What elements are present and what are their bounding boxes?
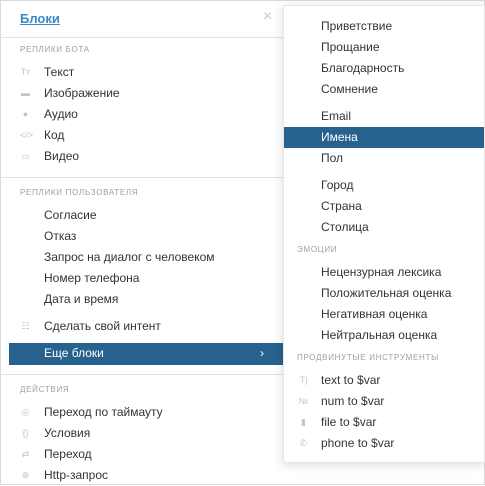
block-item-label: Запрос на диалог с человеком	[44, 250, 215, 264]
transition-icon: ⇄	[21, 449, 30, 459]
block-item-label: Сделать свой интент	[44, 319, 161, 333]
block-item-text[interactable]: Tт Текст	[0, 62, 283, 83]
submenu-item-label: file to $var	[321, 415, 377, 429]
submenu-item-label: Пол	[321, 151, 344, 165]
block-item-date-time[interactable]: Дата и время	[0, 289, 283, 310]
submenu-item-label: Город	[321, 178, 354, 192]
submenu-item-gender[interactable]: Пол	[284, 148, 484, 169]
submenu-item-label: Благодарность	[321, 61, 405, 75]
block-item-http-request[interactable]: ⊕ Http-запрос	[0, 465, 283, 486]
block-item-label: Условия	[44, 426, 91, 440]
submenu-item-label: Сомнение	[321, 82, 378, 96]
block-item-label: Переход	[44, 447, 92, 461]
submenu-item-greeting[interactable]: Приветствие	[284, 16, 484, 37]
audio-icon: ●	[22, 109, 29, 119]
submenu-item-label: Страна	[321, 199, 362, 213]
submenu-item-names[interactable]: Имена	[284, 127, 484, 148]
text-icon: Tт	[20, 67, 31, 77]
submenu-item-label: Нейтральная оценка	[321, 328, 438, 342]
submenu-item-phone-to-var[interactable]: ✆ phone to $var	[284, 433, 484, 454]
submenu-item-label: Имена	[321, 130, 358, 144]
block-item-label: Отказ	[44, 229, 77, 243]
block-item-image[interactable]: ▬ Изображение	[0, 83, 283, 104]
submenu-item-label: Email	[321, 109, 352, 123]
block-item-custom-intent[interactable]: ☷ Сделать свой интент	[0, 316, 283, 337]
section-bot-replies: РЕПЛИКИ БОТА	[20, 45, 90, 54]
block-item-label: Изображение	[44, 86, 120, 100]
chevron-right-icon: ›	[260, 346, 264, 360]
submenu-item-profanity[interactable]: Нецензурная лексика	[284, 262, 484, 283]
block-item-label: Номер телефона	[44, 271, 140, 285]
braces-icon: {}	[22, 428, 29, 438]
timeout-icon: ◎	[21, 407, 30, 417]
divider	[0, 374, 283, 375]
submenu-item-label: Положительная оценка	[321, 286, 452, 300]
http-icon: ⊕	[21, 470, 30, 480]
section-user-replies: РЕПЛИКИ ПОЛЬЗОВАТЕЛЯ	[20, 188, 139, 197]
block-item-code[interactable]: </> Код	[0, 125, 283, 146]
text-var-icon: T|	[299, 375, 308, 385]
block-item-label: Согласие	[44, 208, 97, 222]
submenu-item-negative-rating[interactable]: Негативная оценка	[284, 304, 484, 325]
submenu-item-label: Столица	[321, 220, 369, 234]
submenu-item-label: Нецензурная лексика	[321, 265, 442, 279]
submenu-item-label: Приветствие	[321, 19, 393, 33]
submenu-item-doubt[interactable]: Сомнение	[284, 79, 484, 100]
block-item-label: Аудио	[44, 107, 78, 121]
submenu-item-farewell[interactable]: Прощание	[284, 37, 484, 58]
block-item-label: Http-запрос	[44, 468, 109, 482]
section-emotions: ЭМОЦИИ	[297, 245, 338, 254]
submenu-item-label: phone to $var	[321, 436, 395, 450]
submenu-item-email[interactable]: Email	[284, 106, 484, 127]
panel-title[interactable]: Блоки	[20, 11, 60, 26]
block-item-label: Видео	[44, 149, 80, 163]
submenu-item-text-to-var[interactable]: T| text to $var	[284, 370, 484, 391]
block-item-consent[interactable]: Согласие	[0, 205, 283, 226]
block-item-conditions[interactable]: {} Условия	[0, 423, 283, 444]
block-item-label: Текст	[44, 65, 75, 79]
submenu-item-country[interactable]: Страна	[284, 196, 484, 217]
block-item-label: Код	[44, 128, 65, 142]
close-icon[interactable]: ×	[263, 9, 272, 25]
block-item-label: Дата и время	[44, 292, 119, 306]
submenu-item-label: text to $var	[321, 373, 381, 387]
submenu-item-label: Прощание	[321, 40, 380, 54]
block-item-label: Переход по таймауту	[44, 405, 163, 419]
panel-header: Блоки ×	[0, 0, 283, 38]
submenu-item-gratitude[interactable]: Благодарность	[284, 58, 484, 79]
phone-var-icon: ✆	[299, 438, 308, 448]
section-actions: ДЕЙСТВИЯ	[20, 385, 70, 394]
code-icon: </>	[20, 130, 34, 140]
submenu-item-positive-rating[interactable]: Положительная оценка	[284, 283, 484, 304]
block-item-audio[interactable]: ● Аудио	[0, 104, 283, 125]
submenu-item-label: num to $var	[321, 394, 385, 408]
submenu-item-city[interactable]: Город	[284, 175, 484, 196]
blocks-panel: Блоки × РЕПЛИКИ БОТА Tт Текст ▬ Изображе…	[0, 0, 283, 485]
divider	[0, 177, 283, 178]
num-var-icon: №	[298, 396, 309, 406]
file-var-icon: ▮	[301, 417, 306, 427]
submenu-item-neutral-rating[interactable]: Нейтральная оценка	[284, 325, 484, 346]
section-advanced-tools: ПРОДВИНУТЫЕ ИНСТРУМЕНТЫ	[297, 353, 439, 362]
block-item-timeout-transition[interactable]: ◎ Переход по таймауту	[0, 402, 283, 423]
more-blocks-label: Еще блоки	[44, 346, 104, 360]
submenu-item-capital[interactable]: Столица	[284, 217, 484, 238]
more-blocks-item[interactable]: Еще блоки ›	[9, 343, 283, 365]
block-item-video[interactable]: ▭ Видео	[0, 146, 283, 167]
submenu-item-label: Негативная оценка	[321, 307, 428, 321]
video-icon: ▭	[21, 151, 30, 161]
image-icon: ▬	[21, 88, 30, 98]
block-item-phone-number[interactable]: Номер телефона	[0, 268, 283, 289]
block-item-human-request[interactable]: Запрос на диалог с человеком	[0, 247, 283, 268]
block-item-refusal[interactable]: Отказ	[0, 226, 283, 247]
more-blocks-submenu: Приветствие Прощание Благодарность Сомне…	[283, 5, 485, 463]
submenu-item-num-to-var[interactable]: № num to $var	[284, 391, 484, 412]
block-item-transition[interactable]: ⇄ Переход	[0, 444, 283, 465]
intent-icon: ☷	[21, 321, 30, 331]
submenu-item-file-to-var[interactable]: ▮ file to $var	[284, 412, 484, 433]
